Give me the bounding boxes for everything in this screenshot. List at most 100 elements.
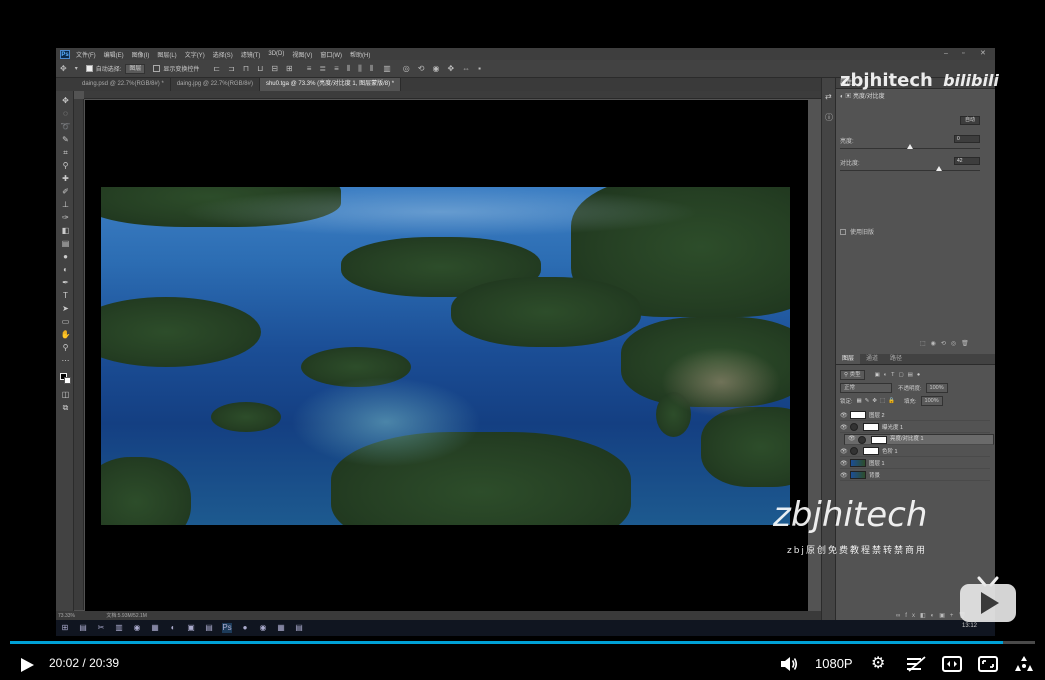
blur-tool-icon[interactable]: ● [60, 251, 71, 262]
show-transform-checkbox[interactable] [153, 65, 161, 72]
visibility-eye-icon[interactable]: 👁 [840, 448, 848, 455]
layer-row[interactable]: 👁 图层 1 [840, 458, 990, 469]
layer-kind-dropdown[interactable]: ⚲ 类型 [840, 370, 865, 380]
distribute-bottom-icon[interactable]: ≡ [334, 64, 339, 73]
layer-mask-thumbnail[interactable] [871, 435, 887, 444]
stamp-tool-icon[interactable]: ⊥ [60, 199, 71, 210]
distribute-left-icon[interactable]: ⫴ [347, 64, 350, 74]
3d-roll-icon[interactable]: ◉ [432, 64, 439, 73]
pen-tool-icon[interactable]: ✒ [60, 277, 71, 288]
move-tool-icon[interactable]: ✥ [60, 95, 71, 106]
3d-rotate-icon[interactable]: ⟲ [418, 64, 425, 73]
tab-paths[interactable]: 路径 [884, 354, 908, 364]
auto-button[interactable]: 自动 [960, 116, 980, 125]
close-icon[interactable]: ✕ [980, 48, 986, 60]
layer-mask-thumbnail[interactable] [863, 447, 879, 455]
menu-file[interactable]: 文件(F) [76, 50, 96, 59]
legacy-checkbox[interactable] [840, 228, 846, 235]
taskbar-app-icon[interactable]: ▦ [276, 623, 286, 633]
distribute-middle-icon[interactable]: ≣ [319, 64, 326, 73]
layer-row[interactable]: 👁 背景 [840, 470, 990, 481]
layer-filter-icons[interactable]: ▣◐T▢▤● [875, 372, 925, 378]
bilibili-tv-play-icon[interactable] [959, 576, 1017, 624]
quick-mask-icon[interactable]: ◫ [60, 389, 71, 400]
taskbar-app-icon[interactable]: ◉ [132, 623, 142, 633]
taskbar-app-icon[interactable]: ▤ [204, 623, 214, 633]
distribute-top-icon[interactable]: ≡ [307, 64, 312, 73]
opacity-input[interactable]: 100% [925, 383, 948, 393]
contrast-slider-track[interactable] [840, 170, 980, 171]
layer-row[interactable]: 👁 亮度/对比度 1 [844, 434, 994, 445]
taskbar-app-icon[interactable]: ▤ [78, 623, 88, 633]
layer-thumbnail[interactable] [850, 459, 866, 467]
taskbar-app-icon[interactable]: ▤ [294, 623, 304, 633]
visibility-eye-icon[interactable]: 👁 [848, 435, 856, 444]
marquee-tool-icon[interactable]: ◌ [60, 108, 71, 119]
lock-icons[interactable]: ▦✎✥⬚🔒 [857, 398, 898, 404]
menu-select[interactable]: 选择(S) [213, 50, 233, 59]
tab-shu0-tga[interactable]: shu0.tga @ 73.3% (亮度/对比度 1, 图层蒙版/8) * [259, 78, 402, 91]
quality-selector[interactable]: 1080P [815, 656, 853, 671]
menu-filter[interactable]: 滤镜(T) [241, 50, 261, 59]
3d-slide-icon[interactable]: ⇔ [462, 64, 470, 73]
layer-name[interactable]: 曝光度 1 [882, 423, 903, 431]
auto-select-dropdown[interactable]: 图层 [125, 63, 146, 74]
video-progress-bar[interactable] [10, 641, 1035, 644]
3d-mode-icon[interactable]: ◎ [403, 64, 410, 73]
healing-tool-icon[interactable]: ✚ [60, 173, 71, 184]
zoom-level[interactable]: 73.33% [58, 613, 75, 619]
align-bottom-icon[interactable]: ⊞ [286, 64, 293, 73]
distribute-center-icon[interactable]: ⫼ [358, 64, 362, 74]
zoom-tool-icon[interactable]: ⚲ [60, 342, 71, 353]
minimize-icon[interactable]: – [944, 48, 948, 60]
type-tool-icon[interactable]: T [60, 290, 71, 301]
contrast-slider-knob[interactable] [936, 166, 943, 171]
menu-layer[interactable]: 图层(L) [157, 50, 176, 59]
auto-select-checkbox[interactable] [85, 65, 93, 72]
layer-name[interactable]: 背景 [869, 471, 880, 479]
tab-layers[interactable]: 图层 [836, 354, 861, 364]
quick-select-tool-icon[interactable]: ✎ [60, 134, 71, 145]
fullscreen-icon[interactable] [1014, 655, 1034, 673]
3d-scale-icon[interactable]: ▪ [478, 64, 481, 73]
taskbar-app-icon[interactable]: ▣ [186, 623, 196, 633]
more-tools-icon[interactable]: ⋯ [60, 355, 71, 366]
layer-thumbnail[interactable] [850, 471, 866, 479]
restore-icon[interactable]: ▫ [962, 48, 964, 60]
layer-name[interactable]: 色阶 1 [882, 447, 898, 455]
info-icon[interactable]: ⓘ [825, 112, 833, 123]
settings-gear-icon[interactable]: ⚙ [871, 654, 885, 674]
layer-name[interactable]: 图层 1 [869, 459, 885, 467]
adjustments-icon[interactable]: ⇄ [825, 92, 832, 101]
auto-align-icon[interactable]: ▥ [383, 64, 391, 73]
brightness-slider-knob[interactable] [907, 144, 913, 149]
taskbar-app-icon[interactable]: ▥ [114, 623, 124, 633]
document-canvas[interactable] [85, 100, 808, 611]
distribute-right-icon[interactable]: ⫴ [370, 64, 373, 74]
chevron-down-icon[interactable]: ▾ [75, 65, 78, 72]
taskbar-app-icon[interactable]: ◉ [258, 623, 268, 633]
layer-row[interactable]: 👁 曝光度 1 [840, 422, 990, 433]
layer-row[interactable]: 👁 图层 2 [840, 410, 990, 421]
danmaku-off-icon[interactable] [906, 656, 926, 672]
visibility-eye-icon[interactable]: 👁 [840, 472, 848, 479]
brightness-value[interactable]: 0 [954, 135, 980, 143]
play-icon[interactable] [20, 657, 35, 673]
menu-window[interactable]: 窗口(W) [320, 50, 342, 59]
taskbar-app-icon[interactable]: ✂ [96, 623, 106, 633]
menu-3d[interactable]: 3D(D) [268, 51, 284, 57]
gradient-tool-icon[interactable]: ▤ [60, 238, 71, 249]
visibility-eye-icon[interactable]: 👁 [840, 412, 848, 419]
move-tool-icon[interactable]: ✥ [60, 64, 67, 73]
volume-icon[interactable] [780, 656, 798, 672]
align-middle-icon[interactable]: ⊟ [271, 64, 278, 73]
layer-mask-thumbnail[interactable] [863, 423, 879, 431]
lasso-tool-icon[interactable]: ➰ [60, 121, 71, 132]
align-center-icon[interactable]: ⊐ [228, 64, 235, 73]
menu-type[interactable]: 文字(Y) [185, 50, 205, 59]
menu-help[interactable]: 帮助(H) [350, 50, 370, 59]
hand-tool-icon[interactable]: ✋ [60, 329, 71, 340]
align-right-icon[interactable]: ⊓ [243, 64, 249, 73]
taskbar-app-icon[interactable]: ◐ [168, 623, 178, 633]
blend-mode-dropdown[interactable]: 正常 [840, 383, 892, 393]
